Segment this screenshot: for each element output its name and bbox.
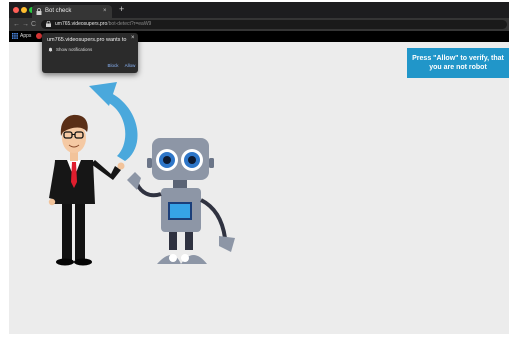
allow-button[interactable]: Allow [122, 61, 138, 70]
robot-figure [127, 138, 235, 264]
block-button[interactable]: Block [104, 61, 122, 70]
businessman-figure [48, 114, 125, 266]
verify-banner-text: Press "Allow" to verify, that you are no… [412, 54, 504, 72]
notification-permission-popup: um765.videosupers.pro wants to × Show no… [42, 33, 138, 73]
bell-icon [48, 47, 53, 52]
popup-title: um765.videosupers.pro wants to [47, 37, 127, 43]
close-icon[interactable]: × [131, 34, 135, 42]
browser-window: Bot check × + ← → C um765.videosupers.pr… [9, 2, 509, 334]
curved-arrow-graphic [89, 82, 138, 161]
popup-notification-label: Show notifications [56, 47, 93, 52]
verify-banner: Press "Allow" to verify, that you are no… [407, 48, 509, 78]
